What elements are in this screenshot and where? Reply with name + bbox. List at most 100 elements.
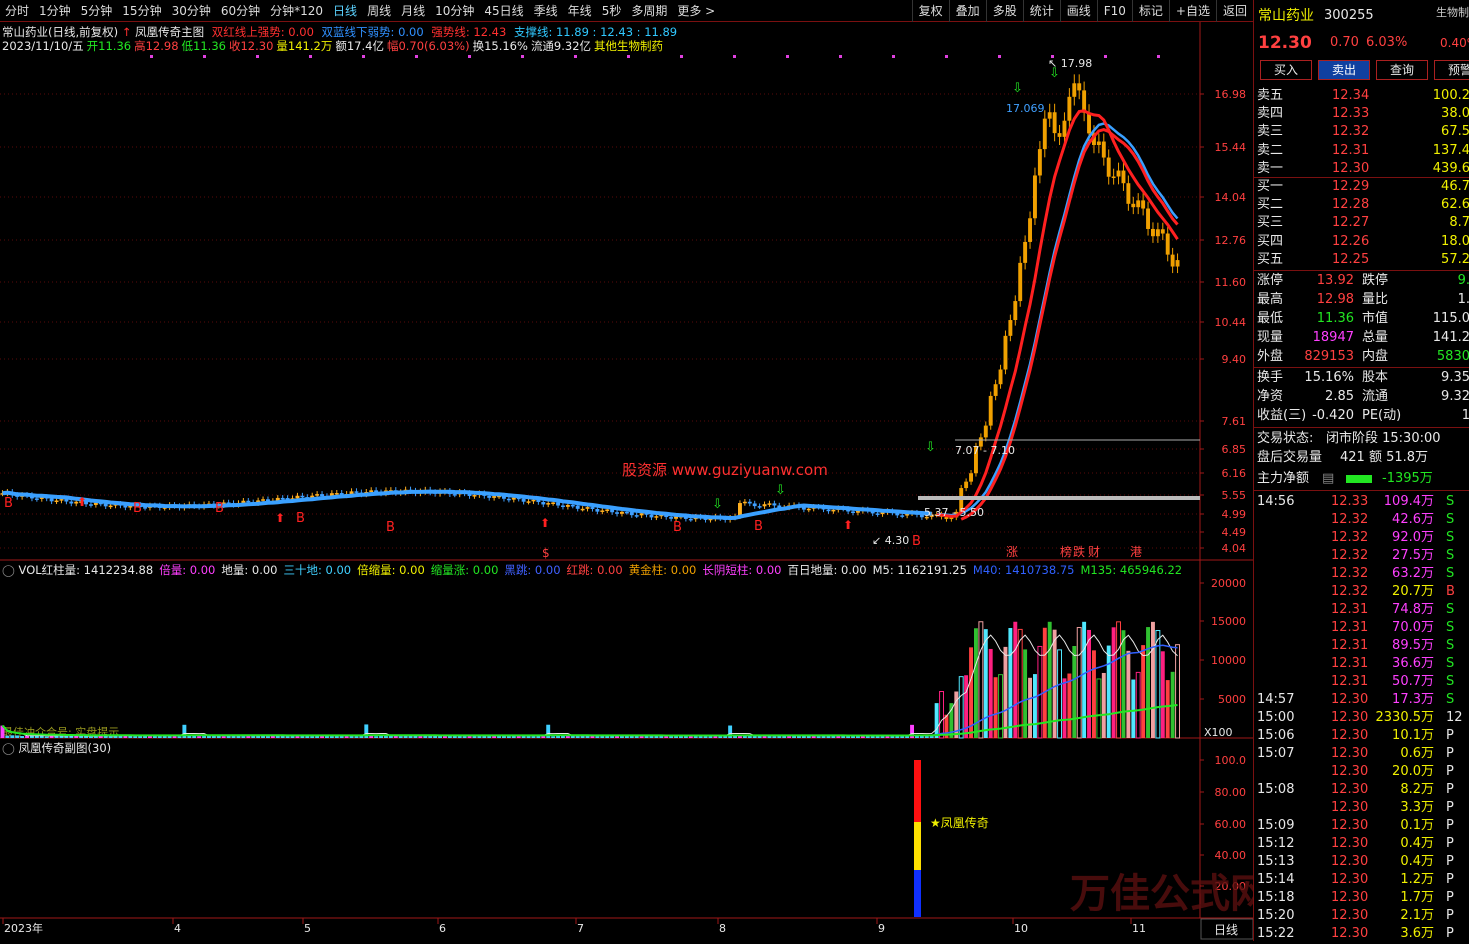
period-tab[interactable]: 多周期 bbox=[626, 0, 672, 22]
period-tab[interactable]: 5秒 bbox=[597, 0, 627, 22]
vol-legend-item: 黄金柱: 0.00 bbox=[628, 563, 697, 577]
ob-label: 卖三 bbox=[1257, 124, 1284, 140]
candle bbox=[1067, 96, 1072, 121]
volume-bar bbox=[1146, 627, 1150, 738]
tick-vol: 0.4万 bbox=[1400, 836, 1434, 851]
trade-button[interactable]: 预警 bbox=[1434, 60, 1469, 80]
up-arrow-icon: ⬆ bbox=[77, 495, 87, 509]
order-book-row[interactable]: 卖五 12.34 100.2 bbox=[1254, 87, 1469, 105]
tool-button[interactable]: F10 bbox=[1096, 0, 1132, 22]
tick-vol: 2330.5万 bbox=[1375, 710, 1435, 725]
tool-button[interactable]: 统计 bbox=[1022, 0, 1060, 22]
tool-button[interactable]: 画线 bbox=[1059, 0, 1097, 22]
stats-row: 涨停 13.92 跌停 9. bbox=[1254, 272, 1469, 290]
trade-button[interactable]: 查询 bbox=[1376, 60, 1428, 80]
order-book-row[interactable]: 买三 12.27 8.7 bbox=[1254, 214, 1469, 232]
tool-button[interactable]: 多股 bbox=[985, 0, 1023, 22]
sector-name[interactable]: 生物制 bbox=[1436, 2, 1469, 24]
period-tab[interactable]: 1分钟 bbox=[34, 0, 76, 22]
tick-price: 12.30 bbox=[1331, 710, 1369, 725]
trade-button[interactable]: 卖出 bbox=[1318, 60, 1370, 80]
order-book-row[interactable]: 卖二 12.31 137.4 bbox=[1254, 142, 1469, 160]
period-tab[interactable]: 分时 bbox=[0, 0, 34, 22]
period-tab[interactable]: 更多 > bbox=[672, 0, 720, 22]
volume-bar bbox=[1003, 646, 1008, 738]
candle bbox=[334, 493, 339, 495]
order-book-row[interactable]: 卖一 12.30 439.6 bbox=[1254, 160, 1469, 178]
candle bbox=[280, 497, 285, 500]
tool-button[interactable]: +自选 bbox=[1168, 0, 1216, 22]
tool-button[interactable]: 标记 bbox=[1131, 0, 1169, 22]
ob-label: 买二 bbox=[1257, 197, 1284, 213]
tag-label: 港 bbox=[1130, 545, 1142, 559]
volume-bar bbox=[983, 629, 988, 738]
price-axis-label: 16.98 bbox=[1215, 88, 1247, 101]
volume-bar bbox=[1028, 677, 1032, 738]
stat-label: 最低 bbox=[1257, 311, 1284, 326]
candle bbox=[983, 425, 988, 438]
candle bbox=[988, 395, 993, 426]
candle bbox=[34, 498, 39, 500]
tool-button[interactable]: 叠加 bbox=[948, 0, 986, 22]
tick-row: 15:08 12.30 8.2万 P bbox=[1254, 781, 1469, 799]
candle bbox=[1146, 208, 1150, 229]
volume-bar bbox=[639, 736, 644, 738]
volume-bar bbox=[310, 736, 315, 738]
chart-area[interactable]: 16.98 15.44 14.04 12.76 11.60 10.44 9.40 7.61 6.… bbox=[0, 22, 1270, 941]
vol-legend-item: M135: 465946.22 bbox=[1080, 563, 1183, 577]
volume-bar bbox=[64, 736, 69, 738]
order-book-row[interactable]: 买五 12.25 57.2 bbox=[1254, 251, 1469, 269]
kline-chart[interactable]: 16.98 15.44 14.04 12.76 11.60 10.44 9.40 7.61 6.… bbox=[0, 22, 1270, 941]
price-axis-label: 7.61 bbox=[1222, 415, 1247, 428]
volume-bar bbox=[1008, 628, 1013, 738]
status-label: 交易状态: bbox=[1257, 431, 1314, 446]
candle bbox=[1028, 218, 1032, 242]
volume-bar bbox=[974, 628, 978, 738]
order-book-row[interactable]: 买二 12.28 62.6 bbox=[1254, 196, 1469, 214]
candle bbox=[315, 494, 320, 496]
vol-legend-item: 地量: 0.00 bbox=[221, 563, 278, 577]
period-tab[interactable]: 5分钟 bbox=[76, 0, 118, 22]
tick-dir: S bbox=[1446, 602, 1455, 617]
order-book-row[interactable]: 买四 12.26 18.0 bbox=[1254, 233, 1469, 251]
period-tab[interactable]: 分钟*120 bbox=[265, 0, 328, 22]
candle bbox=[801, 507, 806, 510]
candle bbox=[1170, 254, 1175, 267]
period-tab[interactable]: 季线 bbox=[529, 0, 563, 22]
buy-marker: B bbox=[754, 519, 763, 534]
stat-label: 总量 bbox=[1362, 330, 1389, 345]
candle bbox=[575, 505, 580, 509]
period-tab[interactable]: 10分钟 bbox=[430, 0, 479, 22]
candle bbox=[492, 496, 497, 498]
down-arrow-icon: ⇩ bbox=[1012, 81, 1023, 96]
tick-row: 15:13 12.30 0.4万 P bbox=[1254, 853, 1469, 871]
period-tab[interactable]: 月线 bbox=[396, 0, 430, 22]
order-book-row[interactable]: 卖三 12.32 67.5 bbox=[1254, 123, 1469, 141]
tool-button[interactable]: 复权 bbox=[911, 0, 949, 22]
stat-value: 141.2 bbox=[1432, 330, 1469, 345]
dot-marker bbox=[415, 55, 418, 58]
candle bbox=[1087, 112, 1091, 134]
period-tab[interactable]: 周线 bbox=[362, 0, 396, 22]
ohlc-item: 收12.30 bbox=[228, 39, 274, 53]
indicator-name[interactable]: 凤凰传奇主图 bbox=[135, 25, 204, 39]
flow-icon[interactable]: ▤ bbox=[1322, 470, 1334, 488]
period-tab[interactable]: 45日线 bbox=[479, 0, 528, 22]
tool-button[interactable]: 返回 bbox=[1215, 0, 1253, 22]
period-tab[interactable]: 日线 bbox=[328, 0, 362, 22]
price-axis-label: 6.16 bbox=[1222, 467, 1247, 480]
period-tab[interactable]: 年线 bbox=[563, 0, 597, 22]
trade-button[interactable]: 买入 bbox=[1260, 60, 1312, 80]
candle bbox=[89, 504, 93, 506]
vol-axis-label: 15000 bbox=[1211, 615, 1246, 628]
order-book-row[interactable]: 卖四 12.33 38.0 bbox=[1254, 105, 1469, 123]
order-book-row[interactable]: 买一 12.29 46.7 bbox=[1254, 178, 1469, 196]
period-tab[interactable]: 30分钟 bbox=[167, 0, 216, 22]
volume-bar bbox=[1062, 678, 1067, 738]
main-flow-row[interactable]: 主力净额 ▤ -1395万 bbox=[1254, 470, 1469, 488]
ob-price: 12.25 bbox=[1332, 251, 1370, 267]
price-change: 0.70 bbox=[1330, 35, 1359, 50]
period-tab[interactable]: 60分钟 bbox=[216, 0, 265, 22]
ob-vol: 137.4 bbox=[1432, 142, 1469, 158]
period-tab[interactable]: 15分钟 bbox=[117, 0, 166, 22]
